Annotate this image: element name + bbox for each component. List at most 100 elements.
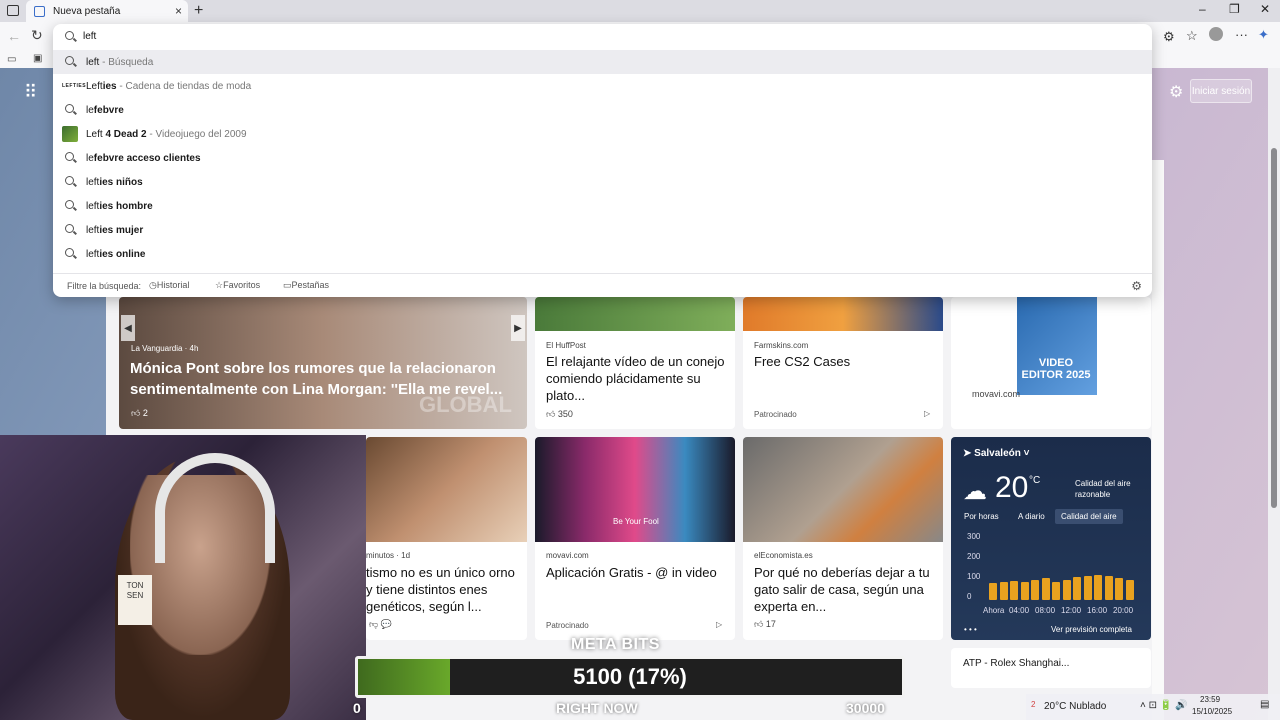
maximize-button[interactable]: ❐ [1229, 2, 1240, 16]
sports-card[interactable]: ATP - Rolex Shanghai... [951, 648, 1151, 688]
suggestion-item[interactable]: lefebvre acceso clientes [53, 146, 1152, 170]
favorites-icon[interactable]: ☆ [1186, 28, 1198, 44]
weather-widget[interactable]: ➤ Salvaleón ˅ ☁ 20 °C Calidad del aire r… [951, 437, 1151, 640]
suggestion-item[interactable]: LEFTIES Lefties - Cadena de tiendas de mo… [53, 74, 1152, 98]
card-headline[interactable]: Por qué no deberías dejar a tu gato sali… [754, 564, 939, 615]
minimize-button[interactable]: – [1199, 2, 1206, 16]
tab-new-tab[interactable]: Nueva pestaña × [26, 0, 188, 22]
filter-history[interactable]: ◷ Historial [149, 280, 189, 291]
scrollbar[interactable] [1268, 68, 1280, 720]
suggestion-completion: ies [102, 80, 117, 92]
ad-choices-icon[interactable]: ▷ [716, 620, 722, 629]
card-headline[interactable]: El relajante vídeo de un conejo comiendo… [546, 353, 731, 404]
bookmark-folder-icon[interactable]: ▣ [33, 53, 42, 64]
suggestion-item[interactable]: lefebvre [53, 98, 1152, 122]
filter-tabs[interactable]: ▭ Pestañas [283, 280, 329, 291]
notifications-icon[interactable]: ▤ [1260, 699, 1269, 710]
taskbar-time[interactable]: 23:59 [1200, 695, 1220, 704]
refresh-icon[interactable]: ↻ [31, 27, 43, 44]
filter-favorites-label: Favoritos [223, 280, 261, 290]
taskbar-weather[interactable]: 20°C Nublado [1044, 701, 1106, 712]
omnibox-settings-icon[interactable]: ⚙ [1131, 279, 1142, 293]
hero-next-arrow[interactable]: ▶ [511, 315, 525, 341]
scrollbar-thumb[interactable] [1271, 148, 1277, 508]
suggestion-completion: ies mujer [99, 224, 144, 236]
search-icon [65, 224, 77, 236]
search-icon [65, 248, 77, 260]
suggestion-item[interactable]: lefties mujer [53, 218, 1152, 242]
hero-card[interactable]: GLOBAL La Vanguardia · 4h Mónica Pont so… [119, 297, 527, 429]
chart-bar [1020, 582, 1029, 600]
chart-bar [1041, 578, 1050, 600]
sports-title[interactable]: ATP - Rolex Shanghai... [963, 658, 1069, 669]
settings-icon[interactable]: ⚙ [1169, 82, 1183, 102]
address-input[interactable] [83, 27, 483, 45]
ad-product-image: VIDEO EDITOR 2025 [1017, 297, 1097, 395]
suggestion-description: - Búsqueda [99, 56, 154, 68]
meta-bits-value: 5100 (17%) [573, 664, 687, 689]
chart-xtick: 16:00 [1087, 606, 1108, 615]
chart-bar [999, 582, 1008, 600]
suggestion-typed: left [86, 56, 100, 68]
card-likes[interactable]: 👍︎ 350 [546, 409, 573, 420]
address-bar[interactable] [53, 24, 1152, 48]
suggestion-typed: Left [86, 80, 103, 92]
suggestion-item[interactable]: Left 4 Dead 2 - Videojuego del 2009 [53, 122, 1152, 146]
full-forecast-link[interactable]: Ver previsión completa [1051, 625, 1132, 634]
close-tab-icon[interactable]: × [175, 4, 182, 18]
chart-bar [1073, 577, 1081, 600]
back-icon[interactable]: ← [7, 28, 21, 44]
taskbar-tray: 2 20°C Nublado ˄ ⊡ 🔋 🔊 23:59 15/10/2025 … [1026, 694, 1280, 720]
tab-strip: Nueva pestaña × + – ❐ ✕ [0, 0, 1280, 22]
weather-tab-daily[interactable]: A diario [1018, 512, 1045, 521]
suggestion-item[interactable]: lefties niños [53, 170, 1152, 194]
search-icon [65, 176, 77, 188]
meta-bits-progress: 5100 (17%) [355, 656, 905, 698]
carousel-dots[interactable]: • • • [964, 625, 977, 634]
ad-card[interactable]: Be Your Fool movavi.com Aplicación Grati… [535, 437, 735, 640]
weather-location[interactable]: ➤ Salvaleón ˅ [963, 448, 1030, 459]
card-image [535, 297, 735, 331]
card-headline[interactable]: Aplicación Gratis - @ in video [546, 564, 731, 581]
weather-tab-air[interactable]: Calidad del aire [1055, 509, 1123, 524]
hero-prev-arrow[interactable]: ◀ [121, 315, 135, 341]
sidebar-toggle-icon[interactable] [7, 5, 19, 16]
ad-card[interactable]: VIDEO EDITOR 2025 movavi.com [951, 297, 1151, 429]
extension-icon[interactable]: ⚙ [1163, 29, 1175, 45]
card-image [743, 437, 943, 542]
apps-grid-icon[interactable]: ⠿ [24, 82, 37, 103]
suggestion-item[interactable]: left - Búsqueda [53, 50, 1152, 74]
card-headline[interactable]: Free CS2 Cases [754, 353, 939, 370]
air-quality-label[interactable]: Calidad del aire razonable [1075, 478, 1137, 500]
reading-list-icon[interactable]: ▭ [7, 54, 16, 65]
profile-avatar[interactable] [1209, 27, 1223, 41]
new-tab-button[interactable]: + [194, 2, 203, 20]
filter-favorites[interactable]: ☆ Favoritos [215, 280, 260, 291]
news-card[interactable]: El HuffPost El relajante vídeo de un con… [535, 297, 735, 429]
lefties-logo: LEFTIES [62, 83, 87, 89]
chart-ytick: 200 [967, 552, 981, 561]
tray-icons[interactable]: ˄ ⊡ 🔋 🔊 [1140, 700, 1187, 711]
news-card[interactable]: minutos · 1d tismo no es un único orno y… [366, 437, 527, 640]
weather-tab-hourly[interactable]: Por horas [964, 512, 999, 521]
card-headline[interactable]: tismo no es un único orno y tiene distin… [366, 564, 524, 615]
suggestion-typed: left [86, 248, 100, 260]
hero-headline[interactable]: Mónica Pont sobre los rumores que la rel… [130, 358, 520, 400]
ad-choices-icon[interactable]: ▷ [924, 409, 930, 418]
chart-xtick: 04:00 [1009, 606, 1030, 615]
card-likes[interactable]: 👍︎ 17 [754, 619, 776, 630]
suggestion-item[interactable]: lefties online [53, 242, 1152, 266]
taskbar-date[interactable]: 15/10/2025 [1192, 707, 1232, 716]
card-dislike-icon[interactable]: 👎︎ 💬 [369, 619, 392, 630]
suggestion-text: lefties niños [86, 177, 143, 188]
copilot-icon[interactable]: ✦ [1258, 27, 1269, 43]
news-card[interactable]: elEconomista.es Por qué no deberías deja… [743, 437, 943, 640]
suggestion-item[interactable]: lefties hombre [53, 194, 1152, 218]
close-window-button[interactable]: ✕ [1260, 2, 1270, 16]
ad-card[interactable]: Farmskins.com Free CS2 Cases Patrocinado… [743, 297, 943, 429]
suggestion-text: lefties mujer [86, 225, 143, 236]
hero-likes[interactable]: 👍︎ 2 [131, 408, 148, 419]
chart-bar [1031, 579, 1039, 600]
more-menu-icon[interactable]: ··· [1235, 27, 1248, 42]
signin-button[interactable]: Iniciar sesión [1190, 79, 1252, 103]
